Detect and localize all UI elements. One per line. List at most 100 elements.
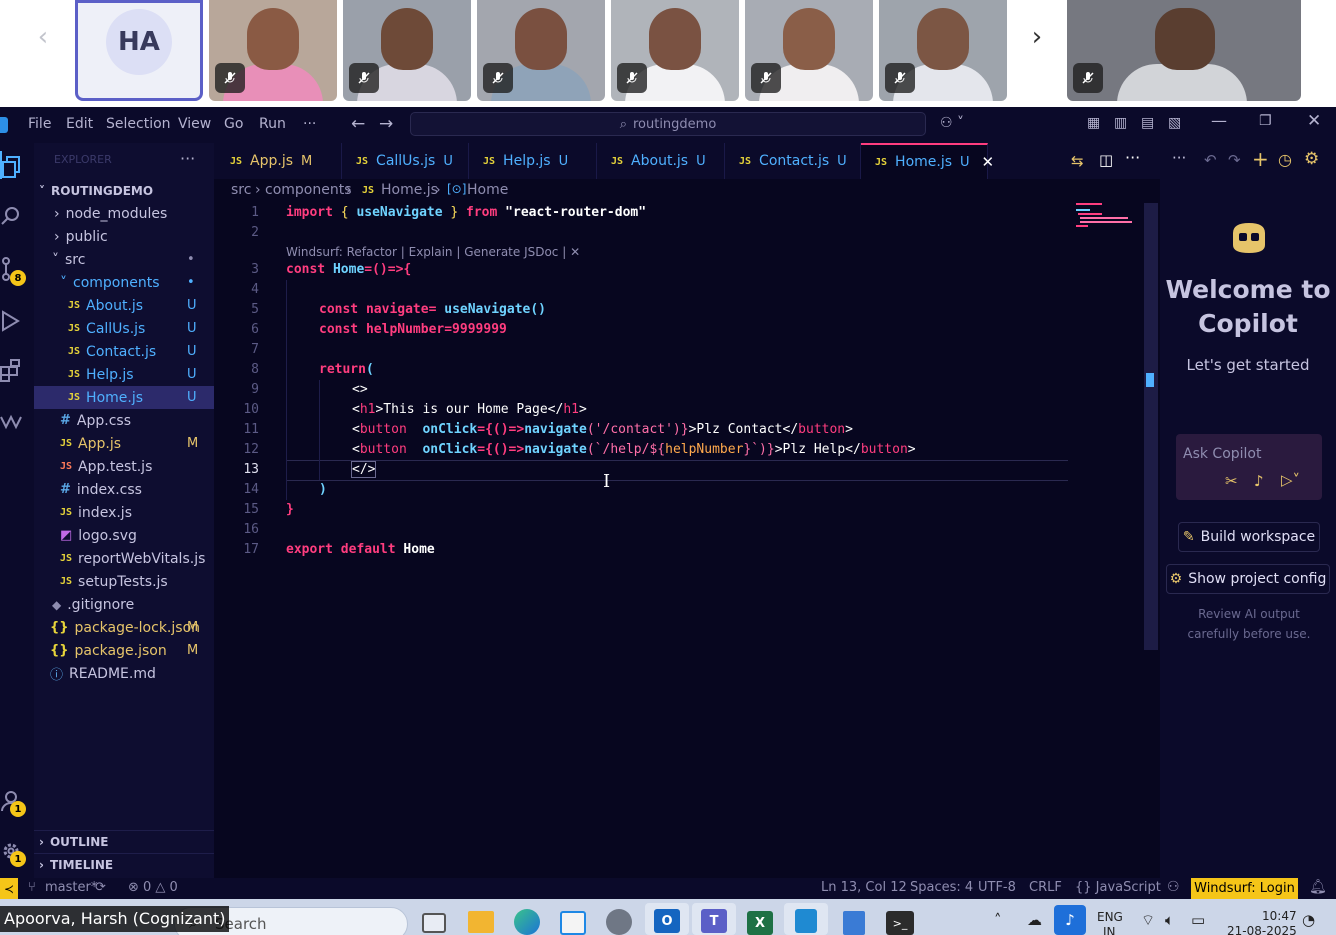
- line-endings[interactable]: CRLF: [1029, 880, 1062, 895]
- encoding[interactable]: UTF-8: [978, 880, 1016, 895]
- breadcrumb-symbol[interactable]: Home: [467, 182, 508, 198]
- show-project-config-button[interactable]: ⚙ Show project config: [1166, 564, 1330, 594]
- split-editor-icon[interactable]: ◫: [1099, 151, 1113, 169]
- new-chat-icon[interactable]: +: [1252, 147, 1269, 171]
- build-workspace-button[interactable]: ✎ Build workspace: [1178, 522, 1320, 552]
- undo-icon[interactable]: ↶: [1204, 151, 1217, 169]
- ask-copilot-input[interactable]: Ask Copilot ✂ ♪ ▷˅: [1176, 434, 1322, 500]
- tree-item-file-selected[interactable]: JS Home.js U: [34, 386, 214, 409]
- participant-tile-active-speaker[interactable]: [1067, 0, 1301, 101]
- onedrive-icon[interactable]: ☁: [1027, 911, 1042, 929]
- restore-icon[interactable]: ❐: [1259, 113, 1272, 129]
- search-icon[interactable]: [0, 205, 22, 227]
- microphone-icon[interactable]: ♪: [1054, 905, 1086, 935]
- close-tab-icon[interactable]: ✕: [982, 153, 995, 171]
- git-branch[interactable]: master*: [45, 880, 97, 895]
- strip-prev-button[interactable]: ‹: [30, 22, 56, 52]
- tree-item-file[interactable]: JS reportWebVitals.js: [34, 547, 214, 570]
- participant-tile[interactable]: [879, 0, 1007, 101]
- file-explorer-icon[interactable]: [468, 911, 494, 933]
- cursor-position[interactable]: Ln 13, Col 12: [821, 880, 907, 895]
- vscode-app-tile[interactable]: [784, 903, 828, 935]
- tree-item-file[interactable]: JS App.js M: [34, 432, 214, 455]
- tab-callus-js[interactable]: JS CallUs.js U: [342, 143, 469, 179]
- compare-changes-icon[interactable]: ⇆: [1071, 152, 1084, 170]
- terminal-icon[interactable]: >_: [886, 911, 914, 935]
- customize-layout-icon[interactable]: ▦: [1087, 115, 1100, 131]
- explorer-icon[interactable]: [2, 155, 22, 179]
- tree-item-file[interactable]: # index.css: [34, 478, 214, 501]
- windsurf-codelens[interactable]: Windsurf: Refactor | Explain | Generate …: [286, 243, 580, 261]
- tree-item-file[interactable]: JS setupTests.js: [34, 570, 214, 593]
- language-indicator[interactable]: ENG: [1097, 910, 1123, 924]
- edge-browser-icon[interactable]: [514, 909, 540, 935]
- extensions-icon[interactable]: [0, 359, 22, 383]
- tree-item-file[interactable]: {} package.json M: [34, 639, 214, 662]
- microphone-icon[interactable]: ♪: [1254, 472, 1264, 490]
- notepad-icon[interactable]: [843, 911, 865, 935]
- copilot-status-icon[interactable]: ⚇: [1167, 879, 1180, 895]
- tab-app-js[interactable]: JS App.js M: [214, 143, 342, 179]
- participant-tile[interactable]: [343, 0, 471, 101]
- send-icon[interactable]: ▷˅: [1281, 471, 1300, 489]
- windsurf-icon[interactable]: [0, 411, 22, 431]
- menu-edit[interactable]: Edit: [66, 116, 93, 132]
- windsurf-login-button[interactable]: Windsurf: Login: [1191, 878, 1298, 899]
- back-arrow-icon[interactable]: ←: [351, 114, 365, 134]
- breadcrumb-components[interactable]: components: [265, 182, 352, 198]
- excel-icon[interactable]: X: [747, 911, 773, 935]
- tab-home-js-active[interactable]: JS Home.js U ✕: [861, 143, 994, 179]
- tree-item-folder[interactable]: ˅ src •: [34, 248, 214, 271]
- tab-help-js[interactable]: JS Help.js U: [469, 143, 597, 179]
- sync-icon[interactable]: ⟳: [95, 880, 106, 895]
- run-debug-icon[interactable]: [0, 309, 22, 333]
- clock-time[interactable]: 10:47: [1262, 909, 1297, 923]
- history-icon[interactable]: ◷: [1278, 150, 1292, 169]
- volume-icon[interactable]: 🔈︎: [1165, 911, 1174, 929]
- settings-app-icon[interactable]: [606, 909, 632, 935]
- problems-indicator[interactable]: ⊗ 0 △ 0: [128, 880, 178, 895]
- wifi-icon[interactable]: ⌔: [1141, 911, 1155, 930]
- command-center-search[interactable]: ⌕ routingdemo: [410, 112, 926, 136]
- redo-icon[interactable]: ↷: [1228, 151, 1241, 169]
- tree-item-file[interactable]: JS CallUs.js U: [34, 317, 214, 340]
- menu-run[interactable]: Run: [259, 116, 286, 132]
- forward-arrow-icon[interactable]: →: [379, 114, 393, 134]
- menu-go[interactable]: Go: [224, 116, 243, 132]
- tree-item-file[interactable]: # App.css: [34, 409, 214, 432]
- tree-item-file[interactable]: JS App.test.js: [34, 455, 214, 478]
- tree-item-file[interactable]: ⓘ README.md: [34, 662, 214, 685]
- tools-icon[interactable]: ✂: [1225, 472, 1238, 490]
- tree-item-folder[interactable]: › node_modules: [34, 202, 214, 225]
- tree-item-file[interactable]: ◆ .gitignore: [34, 593, 214, 616]
- editor-more-actions-icon[interactable]: ···: [1125, 148, 1140, 167]
- notification-center-icon[interactable]: ◔: [1302, 911, 1315, 929]
- minimize-icon[interactable]: —: [1211, 111, 1227, 130]
- toggle-panel-icon[interactable]: ▤: [1141, 115, 1154, 131]
- tree-item-file[interactable]: {} package-lock.json M: [34, 616, 214, 639]
- tab-about-js[interactable]: JS About.js U: [597, 143, 725, 179]
- tree-item-file[interactable]: JS Help.js U: [34, 363, 214, 386]
- breadcrumb-file[interactable]: Home.js: [381, 182, 438, 198]
- strip-next-button[interactable]: ›: [1024, 22, 1050, 52]
- task-view-icon[interactable]: [422, 913, 446, 933]
- menu-selection[interactable]: Selection: [106, 116, 171, 132]
- teams-app-tile[interactable]: T: [692, 903, 736, 935]
- code-editor[interactable]: 1 2 3 4 5 6 7 8 9 10 11 12 13 14 15 16 1…: [214, 203, 1160, 878]
- participant-tile[interactable]: [209, 0, 337, 101]
- menu-more[interactable]: ···: [303, 116, 316, 132]
- tree-item-file[interactable]: JS Contact.js U: [34, 340, 214, 363]
- tab-contact-js[interactable]: JS Contact.js U: [725, 143, 861, 179]
- tree-item-file[interactable]: JS About.js U: [34, 294, 214, 317]
- menu-view[interactable]: View: [178, 116, 211, 132]
- indentation[interactable]: Spaces: 4: [910, 880, 973, 895]
- battery-icon[interactable]: ▭: [1191, 911, 1205, 929]
- outlook-app-tile[interactable]: O: [645, 903, 689, 935]
- copilot-more-icon[interactable]: ···: [1172, 149, 1186, 167]
- timeline-section[interactable]: › TIMELINE: [34, 853, 214, 876]
- toggle-primary-sidebar-icon[interactable]: ▥: [1114, 115, 1127, 131]
- chevron-up-icon[interactable]: ˄: [994, 911, 1002, 929]
- tree-item-folder[interactable]: › public: [34, 225, 214, 248]
- menu-file[interactable]: File: [28, 116, 51, 132]
- project-root-folder[interactable]: ˅ ROUTINGDEMO: [34, 179, 214, 202]
